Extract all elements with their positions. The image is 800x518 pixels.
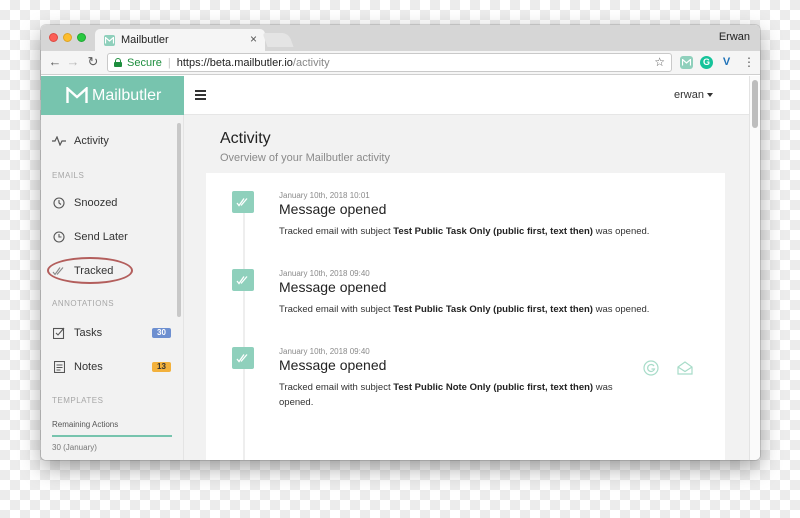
brand-name: Mailbutler: [92, 86, 162, 104]
activity-entry[interactable]: January 10th, 2018 09:40 Message opened …: [206, 347, 725, 417]
tasks-count-badge: 30: [152, 328, 171, 338]
entry-date: January 10th, 2018 09:40: [279, 347, 370, 356]
reload-icon[interactable]: ↻: [85, 54, 101, 70]
note-icon: [52, 360, 66, 374]
entry-description: Tracked email with subject Test Public T…: [279, 302, 659, 317]
activity-pulse-icon: [52, 134, 66, 148]
double-check-icon: [232, 269, 254, 291]
open-envelope-icon[interactable]: [676, 359, 694, 377]
mailbutler-favicon-icon: [104, 34, 115, 46]
mailbutler-logo-icon: [66, 87, 88, 104]
url-separator: |: [167, 56, 171, 69]
grammarly-extension-icon[interactable]: G: [700, 56, 713, 69]
page-scrollbar-thumb[interactable]: [752, 80, 758, 128]
entry-desc-suffix: was opened.: [592, 304, 650, 315]
bookmark-star-icon[interactable]: ☆: [654, 55, 665, 69]
mailbutler-extension-icon[interactable]: [680, 56, 693, 69]
forward-arrow-icon[interactable]: →: [65, 54, 81, 70]
sidebar-item-label: Activity: [74, 135, 109, 147]
sidebar-item-send-later[interactable]: Send Later: [52, 227, 128, 247]
close-window-button[interactable]: [49, 33, 58, 42]
main-content: Activity Overview of your Mailbutler act…: [184, 115, 749, 460]
user-menu[interactable]: erwan: [674, 89, 713, 101]
v-extension-icon[interactable]: V: [720, 56, 733, 69]
tab-title: Mailbutler: [121, 34, 169, 46]
tab-close-icon[interactable]: ×: [250, 32, 257, 46]
entry-subject: Test Public Task Only (public first, tex…: [393, 226, 593, 237]
entry-date: January 10th, 2018 10:01: [279, 191, 370, 200]
remaining-actions-progress-fill: [52, 435, 172, 437]
remaining-actions-label: Remaining Actions: [52, 420, 119, 429]
task-checkbox-icon: [52, 326, 66, 340]
brand-header[interactable]: Mailbutler: [41, 76, 184, 115]
sidebar-item-label: Snoozed: [74, 197, 118, 209]
address-bar[interactable]: Secure | https://beta.mailbutler.io/acti…: [107, 53, 672, 72]
entry-title: Message opened: [279, 357, 387, 373]
secure-label: Secure: [127, 56, 162, 69]
grammarly-g-icon[interactable]: [642, 359, 660, 377]
sidebar-item-label: Send Later: [74, 231, 128, 243]
activity-card: January 10th, 2018 10:01 Message opened …: [206, 173, 725, 460]
entry-description: Tracked email with subject Test Public N…: [279, 380, 647, 410]
new-tab-button[interactable]: [262, 33, 294, 47]
user-name: erwan: [674, 89, 704, 101]
url-path: /activity: [292, 56, 330, 69]
entry-title: Message opened: [279, 201, 387, 217]
tab-strip: Mailbutler × Erwan: [41, 25, 760, 51]
sidebar-scrollbar[interactable]: [177, 123, 181, 317]
sidebar-item-snoozed[interactable]: Snoozed: [52, 193, 117, 213]
sidebar-item-label: Notes: [74, 361, 103, 373]
app-header: erwan: [184, 76, 749, 115]
section-annotations: ANNOTATIONS: [52, 299, 115, 308]
sidebar-item-notes[interactable]: Notes: [52, 357, 103, 377]
page-subtitle: Overview of your Mailbutler activity: [220, 152, 390, 164]
tab-mailbutler[interactable]: Mailbutler ×: [95, 29, 265, 51]
entry-subject: Test Public Note Only (public first, tex…: [393, 382, 594, 393]
entry-desc-suffix: was opened.: [592, 226, 650, 237]
sidebar-item-tasks[interactable]: Tasks: [52, 323, 102, 343]
browser-window: Mailbutler × Erwan ← → ↻ Secure | https:…: [41, 25, 760, 460]
back-arrow-icon[interactable]: ←: [47, 54, 63, 70]
sidebar-item-activity[interactable]: Activity: [52, 131, 109, 151]
minimize-window-button[interactable]: [63, 33, 72, 42]
entry-date: January 10th, 2018 09:40: [279, 269, 370, 278]
snooze-clock-icon: [52, 196, 66, 210]
maximize-window-button[interactable]: [77, 33, 86, 42]
url-host: https://beta.mailbutler.io: [176, 56, 293, 69]
double-check-icon: [232, 191, 254, 213]
activity-entry[interactable]: January 10th, 2018 10:01 Message opened …: [206, 191, 725, 261]
lock-icon: [114, 58, 122, 67]
browser-menu-icon[interactable]: ⋮: [743, 54, 755, 70]
entry-subject: Test Public Task Only (public first, tex…: [393, 304, 593, 315]
browser-profile-name[interactable]: Erwan: [719, 31, 750, 43]
tracked-highlight-circle: [47, 257, 133, 284]
entry-desc-prefix: Tracked email with subject: [279, 226, 394, 237]
remaining-actions-progress: [52, 435, 172, 437]
page-scrollbar[interactable]: [749, 76, 760, 460]
browser-toolbar: ← → ↻ Secure | https://beta.mailbutler.i…: [41, 51, 760, 75]
entry-description: Tracked email with subject Test Public T…: [279, 224, 659, 239]
mailbutler-app: Mailbutler erwan Activity EMAILS Snoozed: [41, 76, 760, 460]
section-templates: TEMPLATES: [52, 396, 104, 405]
notes-count-badge: 13: [152, 362, 171, 372]
remaining-actions-value: 30 (January): [52, 443, 97, 452]
activity-entry[interactable]: January 10th, 2018 09:40 Message opened …: [206, 269, 725, 339]
hamburger-menu-icon[interactable]: [195, 90, 206, 100]
entry-desc-prefix: Tracked email with subject: [279, 304, 394, 315]
entry-title: Message opened: [279, 279, 387, 295]
section-emails: EMAILS: [52, 171, 85, 180]
caret-down-icon: [707, 93, 713, 98]
sidebar: Activity EMAILS Snoozed Send Later Track…: [41, 115, 184, 460]
clock-icon: [52, 230, 66, 244]
sidebar-item-label: Tasks: [74, 327, 103, 339]
double-check-icon: [232, 347, 254, 369]
page-title: Activity: [220, 130, 271, 147]
entry-desc-prefix: Tracked email with subject: [279, 382, 394, 393]
